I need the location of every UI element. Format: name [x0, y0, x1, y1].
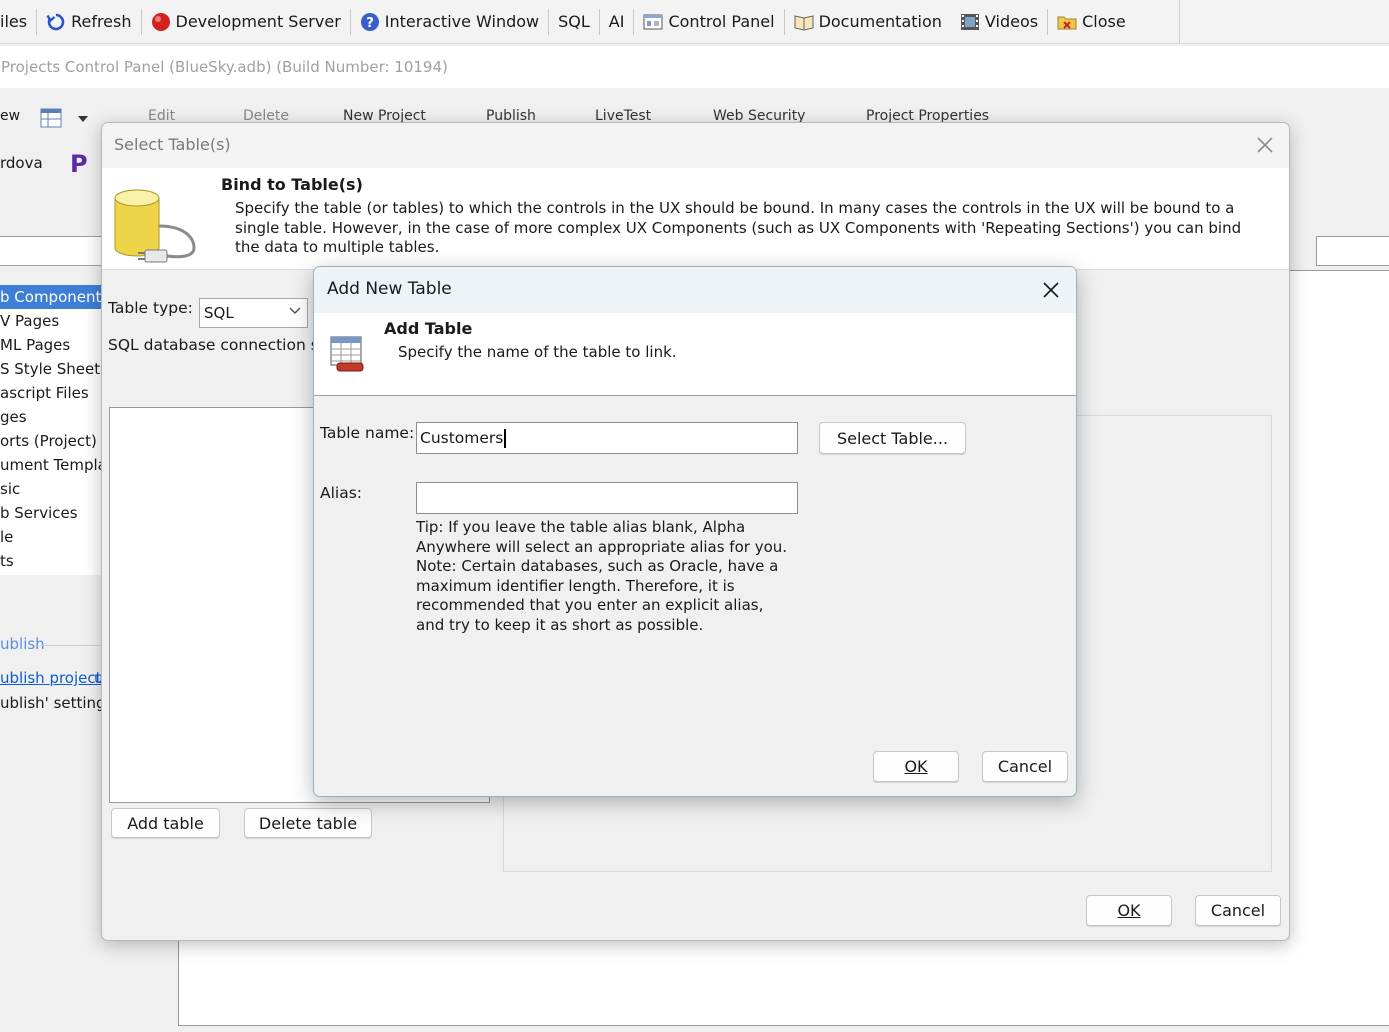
main-toolbar: iles Refresh Development Server ? Intera…: [0, 0, 1180, 44]
publish-settings-text: ublish' settings: [0, 694, 114, 712]
select-tables-close-button[interactable]: [1245, 125, 1285, 165]
control-panel-icon: [643, 14, 663, 29]
toolbar-dev-server-button[interactable]: Development Server: [142, 7, 350, 37]
chevron-down-icon: [289, 307, 301, 314]
ok-label: OK: [904, 757, 928, 776]
toolbar-close-label: Close: [1082, 12, 1126, 31]
text-caret: [504, 428, 507, 448]
tree-item[interactable]: b Services: [0, 501, 101, 525]
window-title: Projects Control Panel (BlueSky.adb) (Bu…: [0, 46, 1389, 88]
database-plug-icon: [114, 189, 196, 263]
cancel-label: Cancel: [997, 757, 1053, 776]
bg-panel-bottom: [178, 940, 1389, 1026]
alias-label: Alias:: [320, 484, 363, 502]
add-table-button[interactable]: Add table: [111, 808, 220, 838]
table-link-icon: [330, 336, 364, 372]
tree-item[interactable]: V Pages: [0, 309, 101, 333]
select-table-button[interactable]: Select Table...: [819, 422, 966, 454]
close-folder-icon: [1057, 16, 1077, 29]
add-table-close-button[interactable]: [1031, 270, 1071, 310]
tree-item[interactable]: sic: [0, 477, 101, 501]
film-icon: [960, 13, 979, 30]
table-type-select[interactable]: SQL: [199, 298, 308, 328]
select-tables-header-desc: Specify the table (or tables) to which t…: [235, 199, 1242, 256]
toolbar-videos-label: Videos: [984, 12, 1039, 31]
select-tables-header: Bind to Table(s) Specify the table (or t…: [102, 168, 1289, 270]
toolbar-videos-button[interactable]: Videos: [951, 7, 1047, 37]
toolbar-refresh-button[interactable]: Refresh: [37, 7, 140, 37]
close-icon: [1043, 282, 1059, 298]
toolbar-control-panel-label: Control Panel: [668, 12, 775, 31]
refresh-icon: [46, 13, 65, 30]
toolbar-documentation-button[interactable]: Documentation: [785, 7, 951, 37]
select-tables-cancel-button[interactable]: Cancel: [1195, 895, 1281, 926]
red-circle-icon: [151, 12, 170, 31]
chevron-down-icon[interactable]: [78, 116, 88, 122]
tree-item[interactable]: ML Pages: [0, 333, 101, 357]
bg-right-area: [1290, 270, 1389, 970]
grid-view-icon[interactable]: [40, 108, 62, 128]
table-type-value: SQL: [204, 304, 234, 322]
cordova-label: rdova: [0, 154, 43, 172]
toolbar-ai-button[interactable]: AI: [600, 7, 634, 37]
toolbar-control-panel-button[interactable]: Control Panel: [634, 7, 783, 37]
add-table-header: Add Table Specify the name of the table …: [314, 313, 1076, 396]
toolbar-dev-server-label: Development Server: [175, 12, 341, 31]
select-tables-header-title: Bind to Table(s): [221, 175, 363, 194]
tree-item[interactable]: b Components: [0, 285, 101, 309]
select-tables-ok-button[interactable]: OK: [1086, 895, 1172, 926]
cancel-label: Cancel: [1210, 901, 1266, 920]
add-table-titlebar: Add New Table: [314, 267, 1076, 313]
add-table-ok-button[interactable]: OK: [873, 751, 959, 782]
help-circle-icon: ?: [360, 12, 379, 31]
tree-item[interactable]: le: [0, 525, 101, 549]
alias-tip-text: Tip: If you leave the table alias blank,…: [416, 518, 788, 634]
project-tree: b Components V Pages ML Pages S Style Sh…: [0, 285, 102, 575]
table-name-input[interactable]: Customers: [416, 422, 798, 454]
publish-header: ublish: [0, 635, 45, 653]
bg-search-input[interactable]: [0, 236, 102, 266]
add-table-header-title: Add Table: [384, 319, 473, 338]
table-type-label: Table type:: [108, 299, 193, 317]
tree-item[interactable]: ges: [0, 405, 101, 429]
toolbar-ai-label: AI: [608, 12, 625, 31]
add-new-table-dialog: Add New Table Add Table Specify the name…: [313, 266, 1077, 797]
toolbar-close-button[interactable]: Close: [1048, 7, 1135, 37]
toolbar-interactive-window-button[interactable]: ? Interactive Window: [351, 7, 548, 37]
table-name-value: Customers: [420, 429, 504, 447]
toolbar-documentation-label: Documentation: [818, 12, 942, 31]
tree-item[interactable]: ument Templa: [0, 453, 101, 477]
delete-table-button[interactable]: Delete table: [244, 808, 372, 838]
table-name-label: Table name:: [320, 424, 415, 442]
tree-item[interactable]: S Style Sheets: [0, 357, 101, 381]
svg-text:?: ?: [366, 16, 374, 31]
tree-item[interactable]: ts: [0, 549, 101, 573]
add-table-header-desc: Specify the name of the table to link.: [398, 343, 677, 361]
toolbar-sql-label: SQL: [558, 12, 590, 31]
subtoolbar-view-label[interactable]: ew: [0, 108, 20, 124]
tree-item[interactable]: ascript Files: [0, 381, 101, 405]
toolbar-filler: [1180, 0, 1389, 44]
publish-project-link[interactable]: ublish project: [0, 669, 102, 687]
toolbar-sql-button[interactable]: SQL: [549, 7, 599, 37]
toolbar-refresh-label: Refresh: [71, 12, 132, 31]
alias-input[interactable]: [416, 482, 798, 514]
toolbar-files-button[interactable]: iles: [0, 7, 36, 37]
toolbar-interactive-window-label: Interactive Window: [384, 12, 540, 31]
add-table-cancel-button[interactable]: Cancel: [982, 751, 1068, 782]
select-tables-title: Select Table(s): [114, 135, 231, 154]
bg-right-input[interactable]: [1316, 236, 1389, 266]
pwa-logo: P: [70, 150, 88, 178]
ok-label: OK: [1117, 901, 1141, 920]
connection-string-label: SQL database connection str: [108, 336, 332, 354]
book-icon: [794, 14, 814, 31]
tree-item[interactable]: orts (Project): [0, 429, 101, 453]
toolbar-files-label: iles: [0, 12, 28, 31]
add-table-title: Add New Table: [327, 279, 452, 299]
select-tables-titlebar: Select Table(s): [102, 123, 1289, 168]
publish-divider: [40, 645, 102, 646]
close-icon: [1257, 137, 1273, 153]
